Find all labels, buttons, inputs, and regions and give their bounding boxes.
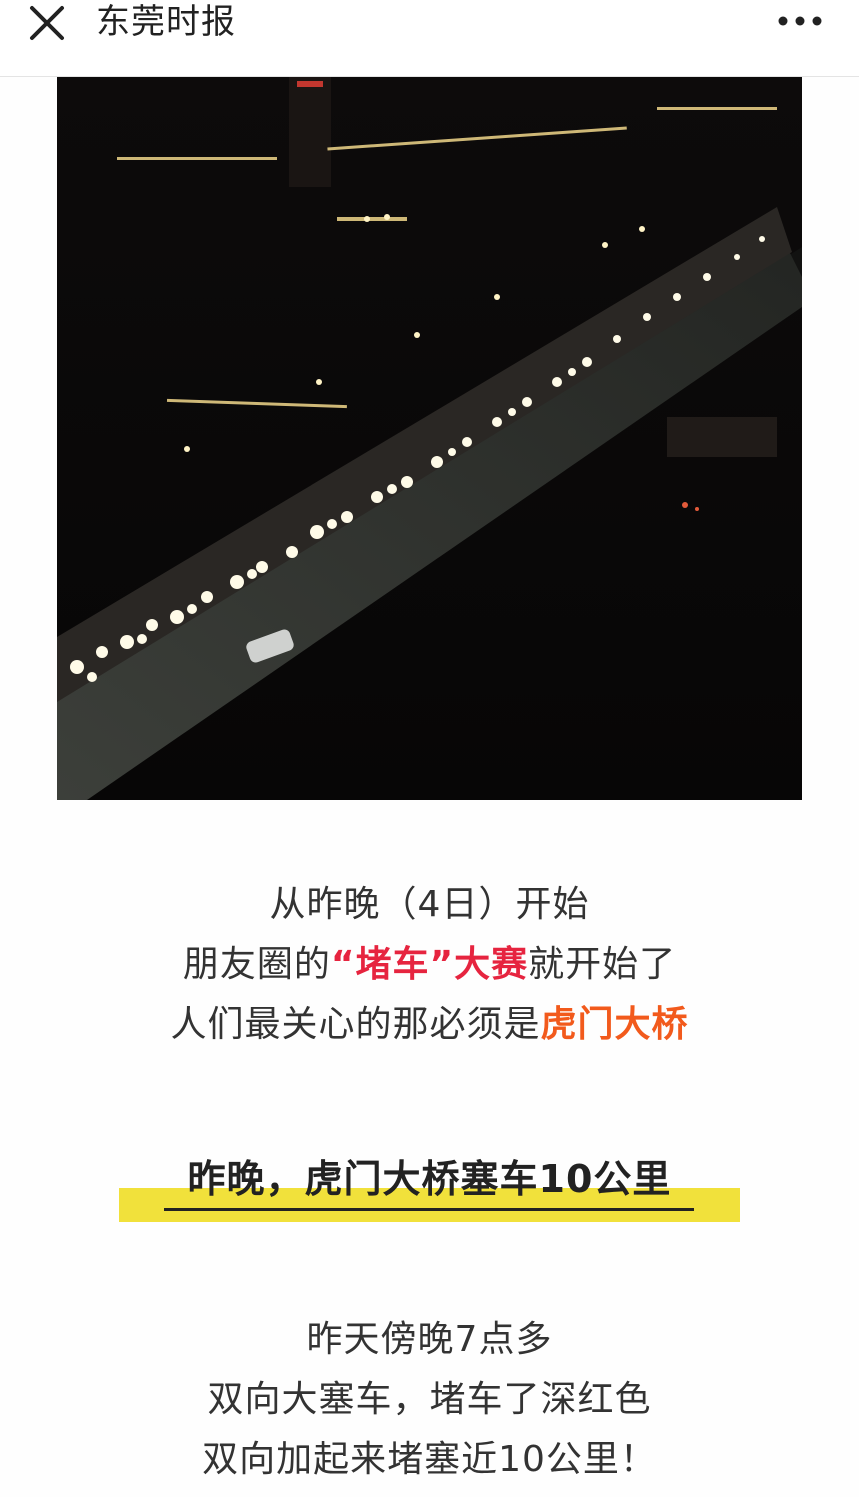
more-dots-icon [778, 16, 822, 26]
intro-line-3: 人们最关心的那必须是虎门大桥 [0, 995, 859, 1055]
body-line-1: 昨天傍晚7点多 [306, 1319, 553, 1360]
top-bar: 东莞时报 [0, 0, 859, 77]
intro-line-2-suffix: 就开始了 [528, 944, 677, 985]
more-button[interactable] [775, 8, 825, 38]
close-icon [30, 6, 64, 40]
section-headline: 昨晚，虎门大桥塞车10公里 [119, 1148, 740, 1224]
intro-paragraph: 从昨晚（4日）开始 朋友圈的“堵车”大赛就开始了 人们最关心的那必须是虎门大桥 [0, 875, 859, 1055]
intro-line-3-highlight: 虎门大桥 [540, 1004, 689, 1045]
body-line-2: 双向大塞车，堵车了深红色 [207, 1379, 652, 1420]
intro-line-2-prefix: 朋友圈的 [182, 944, 331, 985]
page-title: 东莞时报 [96, 2, 236, 42]
traffic-night-photo [57, 77, 802, 800]
body-line-3: 双向加起来堵塞近10公里！ [202, 1439, 657, 1480]
intro-line-1: 从昨晚（4日）开始 [269, 884, 590, 925]
headline-text: 昨晚，虎门大桥塞车10公里 [187, 1157, 672, 1201]
close-button[interactable] [22, 2, 72, 46]
intro-line-3-prefix: 人们最关心的那必须是 [170, 1004, 541, 1045]
headline-underline [164, 1208, 694, 1211]
article-photo [57, 77, 802, 800]
body-paragraph: 昨天傍晚7点多 双向大塞车，堵车了深红色 双向加起来堵塞近10公里！ [0, 1310, 859, 1490]
intro-line-2: 朋友圈的“堵车”大赛就开始了 [0, 935, 859, 995]
intro-line-2-highlight: “堵车”大赛 [330, 944, 529, 985]
